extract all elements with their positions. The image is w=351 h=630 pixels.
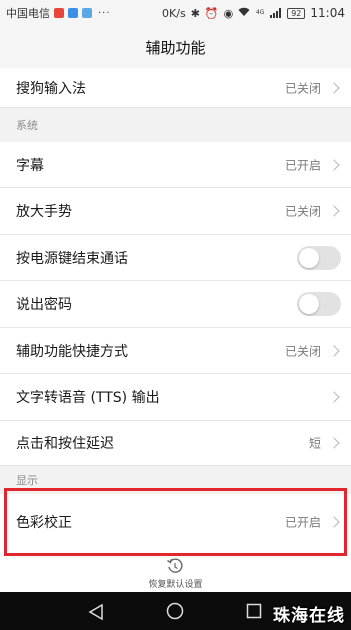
back-icon[interactable] [88, 603, 104, 621]
chevron-right-icon [328, 81, 340, 94]
list-item-label: 说出密码 [16, 297, 72, 313]
list-item-label: 字幕 [16, 157, 44, 174]
list-item-label: 放大手势 [16, 204, 72, 220]
list-item-label: 按电源键结束通话 [16, 250, 128, 267]
toggle-knob [299, 294, 319, 314]
status-value: 已开启 [284, 515, 321, 530]
battery-icon: 92 [287, 7, 306, 19]
app-notification-icon [82, 8, 92, 18]
network-speed: 0K/s [162, 6, 186, 20]
speak-password-toggle[interactable] [297, 292, 341, 316]
chevron-right-icon [328, 344, 340, 357]
list-item-label: 文字转语音 (TTS) 输出 [16, 390, 160, 406]
status-value: 已关闭 [284, 344, 321, 358]
list-item-speak-password: 说出密码 [0, 281, 351, 328]
signal-icon [270, 8, 282, 18]
section-title: 系统 [16, 119, 38, 132]
list-item-label: 点击和按住延迟 [16, 436, 114, 452]
status-value: 已关闭 [284, 204, 321, 219]
toggle-knob [299, 247, 319, 268]
eye-icon: ◉ [223, 6, 234, 20]
chevron-right-icon [328, 158, 340, 171]
restore-defaults-label: 恢复默认设置 [148, 580, 203, 590]
chevron-right-icon [328, 516, 340, 528]
list-item-sogou[interactable]: 搜狗输入法 已关闭 [0, 68, 351, 108]
list-item-tts[interactable]: 文字转语音 (TTS) 输出 [0, 374, 351, 421]
power-end-call-toggle[interactable] [297, 245, 341, 270]
section-title: 显示 [16, 474, 38, 487]
page-title: 辅助功能 [0, 26, 351, 68]
app-notification-icon [68, 8, 78, 18]
list-item-label: 色彩校正 [16, 515, 72, 531]
list-item-power-end-call: 按电源键结束通话 [0, 235, 351, 281]
app-notification-icon [54, 8, 64, 18]
clock: 11:04 [310, 6, 345, 20]
chevron-right-icon [328, 437, 340, 449]
list-item-shortcut[interactable]: 辅助功能快捷方式 已关闭 [0, 328, 351, 374]
list-item-subtitles[interactable]: 字幕 已开启 [0, 142, 351, 188]
section-header-display: 显示 [0, 466, 351, 494]
watermark: 珠海在线 [273, 606, 345, 626]
status-value: 已开启 [284, 158, 321, 172]
chevron-right-icon [328, 391, 340, 403]
list-item-color-correction[interactable]: 色彩校正 已开启 [0, 494, 351, 550]
section-header-system: 系统 [0, 108, 351, 142]
list-item-label: 搜狗输入法 [16, 80, 86, 97]
list-item-touch-delay[interactable]: 点击和按住延迟 短 [0, 421, 351, 466]
status-value: 短 [308, 436, 321, 451]
wifi-icon [238, 7, 250, 19]
network-type: 4G [255, 9, 265, 16]
home-icon[interactable] [166, 602, 184, 620]
list-item-magnify[interactable]: 放大手势 已关闭 [0, 188, 351, 235]
chevron-right-icon [328, 205, 340, 217]
recent-apps-icon[interactable] [246, 603, 262, 619]
restore-defaults-button[interactable]: 恢复默认设置 [0, 556, 351, 592]
alarm-icon: ⏰ [204, 6, 219, 20]
carrier-label: 中国电信 [6, 7, 50, 20]
status-value: 已关闭 [284, 81, 321, 95]
status-bar: 中国电信 ··· 0K/s ✱ ⏰ ◉ 4G 92 11:04 [0, 0, 351, 26]
more-notifications-icon: ··· [98, 7, 111, 19]
restore-icon [166, 557, 184, 575]
list-item-label: 辅助功能快捷方式 [16, 343, 128, 360]
bluetooth-icon: ✱ [190, 6, 200, 20]
